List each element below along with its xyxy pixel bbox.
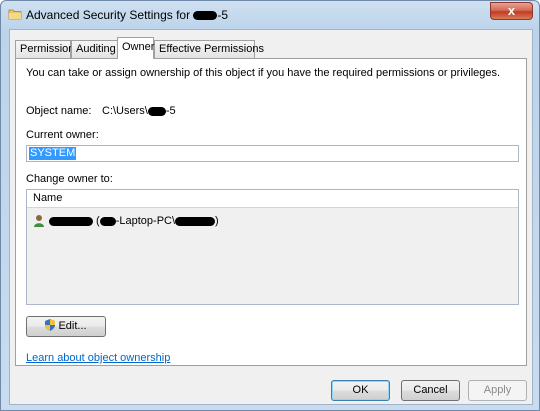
folder-icon [8, 9, 22, 20]
edit-button[interactable]: Edit... [26, 316, 106, 337]
apply-button[interactable]: Apply [468, 380, 527, 401]
title-bar[interactable]: Advanced Security Settings for -5 x [1, 1, 539, 29]
change-owner-label: Change owner to: [26, 173, 113, 185]
tab-permissions[interactable]: Permissions [15, 40, 80, 58]
tab-owner[interactable]: Owner [117, 37, 154, 59]
edit-button-label: Edit... [58, 320, 87, 332]
object-name-suffix: -5 [165, 105, 176, 117]
redacted-text [175, 216, 216, 226]
window-title-suffix: -5 [217, 8, 229, 22]
tab-auditing[interactable]: Auditing [71, 40, 119, 58]
tab-effective-permissions[interactable]: Effective Permissions [154, 40, 264, 58]
close-button[interactable]: x [490, 2, 533, 20]
list-item-text-2: -Laptop-PC\ [115, 214, 176, 227]
list-column-header-name[interactable]: Name [27, 190, 518, 208]
user-icon [34, 215, 44, 227]
change-owner-list[interactable]: Name ( -Laptop-PC\) [26, 189, 519, 305]
ok-button[interactable]: OK [331, 380, 390, 401]
list-item[interactable]: ( -Laptop-PC\) [33, 214, 219, 230]
list-item-text-3: ) [215, 214, 219, 227]
object-name-prefix: C:\Users\ [102, 105, 148, 117]
current-owner-value: SYSTEM [29, 147, 77, 160]
redacted-text [147, 106, 166, 116]
owner-tab-panel: You can take or assign ownership of this… [15, 58, 527, 366]
redacted-text [193, 11, 218, 21]
redacted-text [99, 216, 116, 226]
redacted-text [49, 216, 93, 226]
learn-ownership-link[interactable]: Learn about object ownership [26, 352, 170, 364]
window-title: Advanced Security Settings for -5 [26, 8, 228, 22]
object-name-value: C:\Users\ -5 [102, 105, 176, 117]
dialog-client-area: Permissions Auditing Owner Effective Per… [9, 29, 533, 405]
security-settings-window: Advanced Security Settings for -5 x Perm… [0, 0, 540, 411]
current-owner-label: Current owner: [26, 129, 99, 141]
cancel-button[interactable]: Cancel [401, 380, 460, 401]
uac-shield-icon [45, 319, 56, 331]
object-name-label: Object name: [26, 105, 92, 117]
current-owner-field[interactable]: SYSTEM [26, 145, 519, 162]
window-title-prefix: Advanced Security Settings for [26, 8, 194, 22]
list-item-text-1: ( [93, 214, 100, 227]
ownership-info-text: You can take or assign ownership of this… [26, 67, 501, 79]
